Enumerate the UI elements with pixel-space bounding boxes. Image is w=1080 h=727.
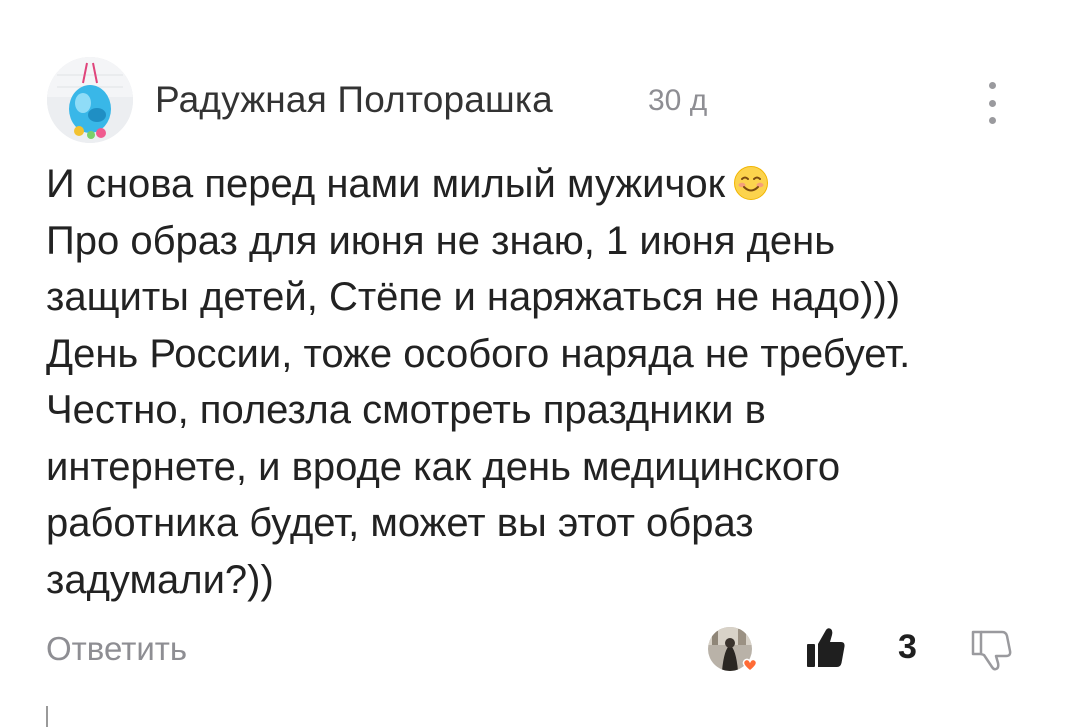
liker-avatar-icon xyxy=(708,627,758,672)
menu-dot xyxy=(988,117,996,124)
comment-text-line: защиты детей, Стёпе и наряжаться не надо… xyxy=(46,275,901,319)
comment-text-line-content: И снова перед нами милый мужичок xyxy=(46,162,726,206)
menu-dot xyxy=(988,82,996,89)
comment-text-line: Про образ для июня не знаю, 1 июня день xyxy=(46,218,836,263)
comment-text-line: задумали?)) xyxy=(46,557,274,602)
comment-timestamp: 30 д xyxy=(648,84,708,117)
author-name[interactable]: Радужная Полторашка xyxy=(155,79,553,121)
reply-button[interactable]: Ответить xyxy=(46,630,187,668)
like-count: 3 xyxy=(898,628,917,666)
thumbs-up-icon xyxy=(807,628,845,667)
thread-line xyxy=(46,706,48,727)
smiling-face-icon xyxy=(734,166,769,200)
author-avatar[interactable] xyxy=(47,57,133,143)
heart-badge-icon xyxy=(742,658,758,672)
comment-text-line: интернете, и вроде как день медицинского xyxy=(46,444,841,489)
comment-text-line: И снова перед нами милый мужичок xyxy=(46,156,1046,213)
menu-dot xyxy=(988,99,996,107)
avatar-picture-icon xyxy=(47,57,133,143)
like-button[interactable] xyxy=(806,626,846,668)
comment-text-line: Честно, полезла смотреть праздники в xyxy=(46,388,766,432)
comment-text: И снова перед нами милый мужичок Про обр… xyxy=(46,156,1046,608)
dislike-button[interactable] xyxy=(970,628,1014,672)
thumbs-down-icon xyxy=(971,630,1012,671)
more-options-icon[interactable] xyxy=(978,82,1006,124)
comment-text-line: работника будет, может вы этот образ xyxy=(46,501,754,545)
comment: Радужная Полторашка 30 д И снова перед н… xyxy=(0,0,1080,727)
comment-text-line: День России, тоже особого наряда не треб… xyxy=(46,331,911,376)
liker-avatar[interactable] xyxy=(708,627,758,672)
